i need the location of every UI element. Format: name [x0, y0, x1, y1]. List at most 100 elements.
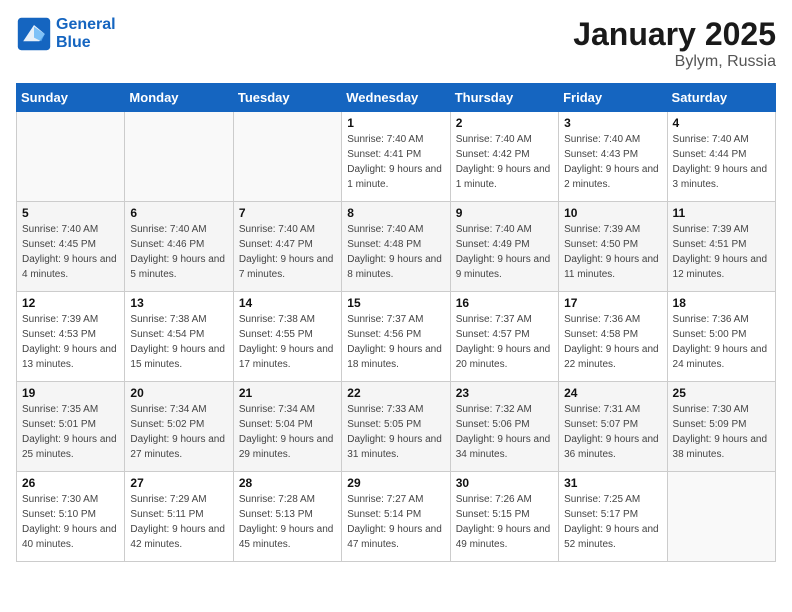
calendar-cell: 22 Sunrise: 7:33 AM Sunset: 5:05 PM Dayli… [342, 382, 450, 472]
calendar-cell: 13Sunrise: 7:38 AM Sunset: 4:54 PM Dayli… [125, 292, 233, 382]
day-number: 3 [564, 116, 661, 130]
day-number: 16 [456, 296, 553, 310]
calendar-cell: 23 Sunrise: 7:32 AM Sunset: 5:06 PM Dayli… [450, 382, 558, 472]
weekday-header: Monday [125, 84, 233, 112]
day-number: 25 [673, 386, 770, 400]
day-info: Sunrise: 7:28 AM Sunset: 5:13 PM Dayligh… [239, 492, 336, 552]
calendar-cell [667, 472, 775, 562]
calendar-cell: 9 Sunrise: 7:40 AM Sunset: 4:49 PM Daylig… [450, 202, 558, 292]
calendar-cell: 14Sunrise: 7:38 AM Sunset: 4:55 PM Dayli… [233, 292, 341, 382]
calendar-cell: 1 Sunrise: 7:40 AM Sunset: 4:41 PM Daylig… [342, 112, 450, 202]
calendar-cell: 31 Sunrise: 7:25 AM Sunset: 5:17 PM Dayli… [559, 472, 667, 562]
day-number: 8 [347, 206, 444, 220]
calendar-cell: 10 Sunrise: 7:39 AM Sunset: 4:50 PM Dayli… [559, 202, 667, 292]
calendar-cell: 15 Sunrise: 7:37 AM Sunset: 4:56 PM Dayli… [342, 292, 450, 382]
day-info: Sunrise: 7:39 AM Sunset: 4:51 PM Dayligh… [673, 222, 770, 282]
day-info: Sunrise: 7:31 AM Sunset: 5:07 PM Dayligh… [564, 402, 661, 462]
day-number: 11 [673, 206, 770, 220]
day-number: 18 [673, 296, 770, 310]
calendar-title: January 2025 [573, 16, 776, 53]
calendar-cell [17, 112, 125, 202]
day-info: Sunrise: 7:40 AM Sunset: 4:46 PM Dayligh… [130, 222, 227, 282]
calendar-cell: 19 Sunrise: 7:35 AM Sunset: 5:01 PM Dayli… [17, 382, 125, 472]
day-number: 30 [456, 476, 553, 490]
day-info: Sunrise: 7:26 AM Sunset: 5:15 PM Dayligh… [456, 492, 553, 552]
day-number: 31 [564, 476, 661, 490]
day-info: Sunrise: 7:30 AM Sunset: 5:09 PM Dayligh… [673, 402, 770, 462]
day-number: 5 [22, 206, 119, 220]
title-block: January 2025 Bylym, Russia [573, 16, 776, 71]
day-number: 29 [347, 476, 444, 490]
day-number: 4 [673, 116, 770, 130]
calendar-cell: 17Sunrise: 7:36 AM Sunset: 4:58 PM Dayli… [559, 292, 667, 382]
day-info: Sunrise: 7:36 AM Sunset: 5:00 PM Dayligh… [673, 312, 770, 372]
logo-icon [16, 16, 52, 52]
day-info: Sunrise: 7:40 AM Sunset: 4:42 PM Dayligh… [456, 132, 553, 192]
calendar-cell: 8 Sunrise: 7:40 AM Sunset: 4:48 PM Daylig… [342, 202, 450, 292]
day-number: 6 [130, 206, 227, 220]
day-number: 28 [239, 476, 336, 490]
calendar-cell: 7 Sunrise: 7:40 AM Sunset: 4:47 PM Daylig… [233, 202, 341, 292]
day-number: 12 [22, 296, 119, 310]
day-info: Sunrise: 7:34 AM Sunset: 5:04 PM Dayligh… [239, 402, 336, 462]
calendar-cell: 11 Sunrise: 7:39 AM Sunset: 4:51 PM Dayli… [667, 202, 775, 292]
day-number: 14 [239, 296, 336, 310]
day-info: Sunrise: 7:25 AM Sunset: 5:17 PM Dayligh… [564, 492, 661, 552]
calendar-cell: 6 Sunrise: 7:40 AM Sunset: 4:46 PM Daylig… [125, 202, 233, 292]
day-number: 20 [130, 386, 227, 400]
day-info: Sunrise: 7:30 AM Sunset: 5:10 PM Dayligh… [22, 492, 119, 552]
day-info: Sunrise: 7:37 AM Sunset: 4:56 PM Dayligh… [347, 312, 444, 372]
day-info: Sunrise: 7:35 AM Sunset: 5:01 PM Dayligh… [22, 402, 119, 462]
calendar-cell: 2Sunrise: 7:40 AM Sunset: 4:42 PM Daylig… [450, 112, 558, 202]
day-number: 21 [239, 386, 336, 400]
day-number: 7 [239, 206, 336, 220]
calendar-cell: 29 Sunrise: 7:27 AM Sunset: 5:14 PM Dayli… [342, 472, 450, 562]
day-number: 13 [130, 296, 227, 310]
calendar-cell: 26 Sunrise: 7:30 AM Sunset: 5:10 PM Dayli… [17, 472, 125, 562]
day-number: 15 [347, 296, 444, 310]
day-number: 1 [347, 116, 444, 130]
day-number: 24 [564, 386, 661, 400]
calendar-cell: 28 Sunrise: 7:28 AM Sunset: 5:13 PM Dayli… [233, 472, 341, 562]
calendar-cell: 30 Sunrise: 7:26 AM Sunset: 5:15 PM Dayli… [450, 472, 558, 562]
calendar-cell: 21 Sunrise: 7:34 AM Sunset: 5:04 PM Dayli… [233, 382, 341, 472]
logo-text: General Blue [56, 16, 116, 52]
day-number: 22 [347, 386, 444, 400]
page-header: General Blue January 2025 Bylym, Russia [16, 16, 776, 71]
day-info: Sunrise: 7:40 AM Sunset: 4:48 PM Dayligh… [347, 222, 444, 282]
calendar-cell: 25 Sunrise: 7:30 AM Sunset: 5:09 PM Dayli… [667, 382, 775, 472]
calendar-cell [233, 112, 341, 202]
calendar-cell: 3 Sunrise: 7:40 AM Sunset: 4:43 PM Daylig… [559, 112, 667, 202]
weekday-header: Sunday [17, 84, 125, 112]
day-info: Sunrise: 7:29 AM Sunset: 5:11 PM Dayligh… [130, 492, 227, 552]
day-number: 26 [22, 476, 119, 490]
day-number: 27 [130, 476, 227, 490]
day-info: Sunrise: 7:40 AM Sunset: 4:45 PM Dayligh… [22, 222, 119, 282]
day-info: Sunrise: 7:36 AM Sunset: 4:58 PM Dayligh… [564, 312, 661, 372]
calendar-cell: 16Sunrise: 7:37 AM Sunset: 4:57 PM Dayli… [450, 292, 558, 382]
weekday-header: Thursday [450, 84, 558, 112]
calendar-cell: 24 Sunrise: 7:31 AM Sunset: 5:07 PM Dayli… [559, 382, 667, 472]
day-number: 9 [456, 206, 553, 220]
weekday-header: Friday [559, 84, 667, 112]
day-info: Sunrise: 7:40 AM Sunset: 4:47 PM Dayligh… [239, 222, 336, 282]
calendar-table: SundayMondayTuesdayWednesdayThursdayFrid… [16, 83, 776, 562]
day-number: 19 [22, 386, 119, 400]
weekday-header: Tuesday [233, 84, 341, 112]
day-info: Sunrise: 7:32 AM Sunset: 5:06 PM Dayligh… [456, 402, 553, 462]
calendar-cell: 20 Sunrise: 7:34 AM Sunset: 5:02 PM Dayli… [125, 382, 233, 472]
day-info: Sunrise: 7:39 AM Sunset: 4:50 PM Dayligh… [564, 222, 661, 282]
day-info: Sunrise: 7:40 AM Sunset: 4:44 PM Dayligh… [673, 132, 770, 192]
calendar-cell: 12Sunrise: 7:39 AM Sunset: 4:53 PM Dayli… [17, 292, 125, 382]
day-info: Sunrise: 7:33 AM Sunset: 5:05 PM Dayligh… [347, 402, 444, 462]
day-info: Sunrise: 7:27 AM Sunset: 5:14 PM Dayligh… [347, 492, 444, 552]
day-number: 23 [456, 386, 553, 400]
weekday-header: Wednesday [342, 84, 450, 112]
day-number: 10 [564, 206, 661, 220]
day-info: Sunrise: 7:40 AM Sunset: 4:49 PM Dayligh… [456, 222, 553, 282]
day-info: Sunrise: 7:34 AM Sunset: 5:02 PM Dayligh… [130, 402, 227, 462]
day-info: Sunrise: 7:40 AM Sunset: 4:43 PM Dayligh… [564, 132, 661, 192]
calendar-cell: 27 Sunrise: 7:29 AM Sunset: 5:11 PM Dayli… [125, 472, 233, 562]
calendar-cell: 5 Sunrise: 7:40 AM Sunset: 4:45 PM Daylig… [17, 202, 125, 292]
day-info: Sunrise: 7:40 AM Sunset: 4:41 PM Dayligh… [347, 132, 444, 192]
